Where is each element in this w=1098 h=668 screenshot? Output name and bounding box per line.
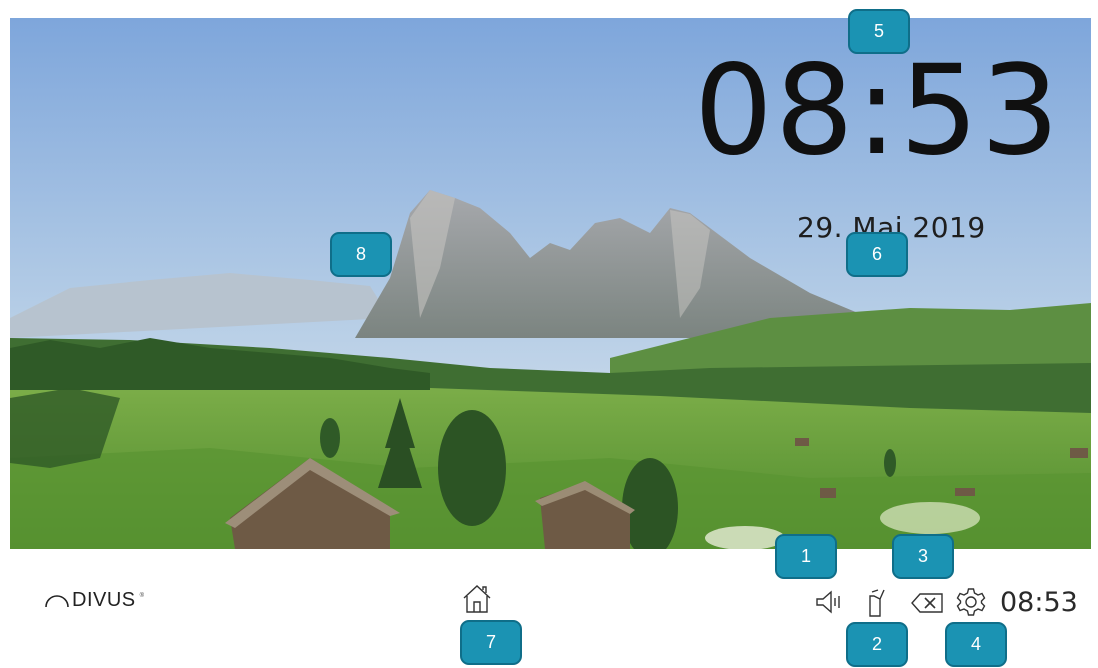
clock-time: 08:53 (694, 39, 1062, 183)
brand-registered-mark: ® (139, 592, 145, 599)
taskbar-clock: 08:53 (1000, 587, 1078, 618)
annotation-badge-1: 1 (775, 534, 837, 579)
annotation-badge-3: 3 (892, 534, 954, 579)
volume-icon[interactable] (815, 588, 845, 616)
home-icon[interactable] (461, 583, 493, 615)
divus-arc-icon (45, 594, 69, 607)
intercom-handset-icon[interactable] (864, 588, 886, 618)
gear-icon[interactable] (955, 586, 987, 618)
divus-logo: DIVUS ® (44, 589, 144, 612)
annotation-badge-8: 8 (330, 232, 392, 277)
annotation-badge-5: 5 (848, 9, 910, 54)
home-screen-background: 08:53 29. Mai 2019 (10, 18, 1091, 549)
brand-name: DIVUS (72, 589, 136, 611)
annotation-badge-4: 4 (945, 622, 1007, 667)
clear-icon[interactable] (910, 590, 944, 616)
annotation-badge-6: 6 (846, 232, 908, 277)
annotation-badge-2: 2 (846, 622, 908, 667)
annotation-badge-7: 7 (460, 620, 522, 665)
